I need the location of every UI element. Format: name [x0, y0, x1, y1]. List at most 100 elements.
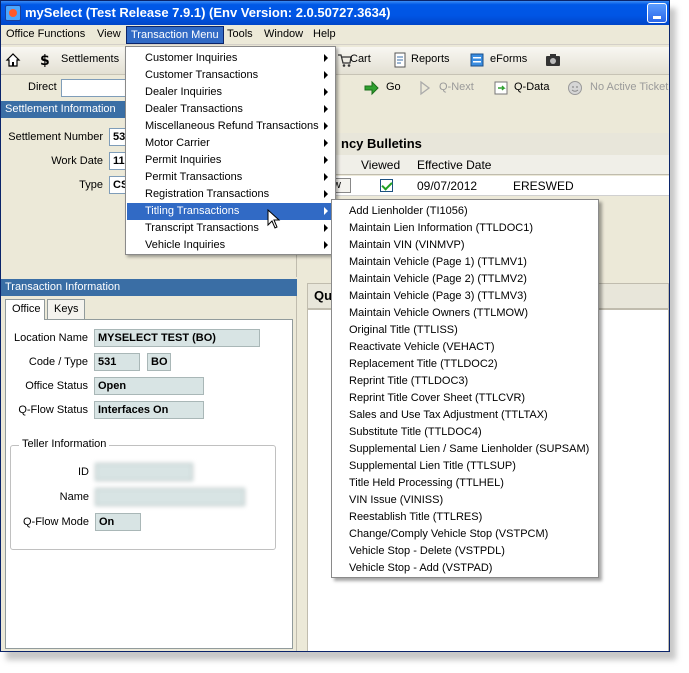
direct-input[interactable]: [61, 79, 129, 97]
teller-name-label: Name: [59, 491, 89, 503]
submenu-maintain-vehicle-3[interactable]: Maintain Vehicle (Page 3) (TTLMV3): [349, 290, 527, 302]
teller-id-label: ID: [78, 466, 89, 478]
home-icon[interactable]: [5, 52, 21, 68]
submenu-reprint-title[interactable]: Reprint Title (TTLDOC3): [349, 375, 468, 387]
menu-tools[interactable]: Tools: [227, 28, 253, 40]
menu-transcript-transactions[interactable]: Transcript Transactions: [127, 220, 334, 237]
submenu-reactivate-vehicle[interactable]: Reactivate Vehicle (VEHACT): [349, 341, 495, 353]
submenu-supplemental-lien-same[interactable]: Supplemental Lien / Same Lienholder (SUP…: [349, 443, 589, 455]
main-window: mySelect (Test Release 7.9.1) (Env Versi…: [0, 0, 670, 652]
menu-help[interactable]: Help: [313, 28, 336, 40]
app-icon: [5, 5, 21, 21]
qdata-button[interactable]: Q-Data: [514, 81, 549, 93]
teller-name-field-blurred: [95, 488, 245, 506]
menu-titling-transactions[interactable]: Titling Transactions: [127, 203, 334, 220]
eforms-button[interactable]: eForms: [490, 53, 527, 65]
tab-office[interactable]: Office: [5, 299, 45, 320]
menu-item-label: Dealer Transactions: [145, 103, 243, 115]
tab-keys[interactable]: Keys: [47, 299, 85, 319]
menu-item-label: Registration Transactions: [145, 188, 270, 200]
menu-bar: Office Functions View Transaction Menu T…: [1, 25, 669, 45]
qnext-button[interactable]: Q-Next: [439, 81, 474, 93]
menu-customer-inquiries[interactable]: Customer Inquiries: [127, 50, 334, 67]
submenu-arrow-icon: [324, 139, 328, 147]
bulletin-row[interactable]: w 09/07/2012 ERESWED: [307, 176, 669, 196]
submenu-reprint-title-cover[interactable]: Reprint Title Cover Sheet (TTLCVR): [349, 392, 525, 404]
teller-info-group: Teller Information ID Name Q-Flow Mode O…: [10, 438, 276, 550]
menu-misc-refund-transactions[interactable]: Miscellaneous Refund Transactions: [127, 118, 334, 135]
submenu-supplemental-lien-title[interactable]: Supplemental Lien Title (TTLSUP): [349, 460, 516, 472]
qflow-status-label: Q-Flow Status: [18, 404, 88, 416]
submenu-arrow-icon: [324, 190, 328, 198]
viewed-checkbox[interactable]: [380, 179, 393, 192]
menu-dealer-transactions[interactable]: Dealer Transactions: [127, 101, 334, 118]
menu-item-label: Customer Transactions: [145, 69, 259, 81]
menu-transaction-menu[interactable]: Transaction Menu: [126, 26, 224, 44]
settlements-button[interactable]: Settlements: [61, 53, 119, 65]
work-date-label: Work Date: [51, 155, 103, 167]
submenu-substitute-title[interactable]: Substitute Title (TTLDOC4): [349, 426, 482, 438]
bulletin-date: 09/07/2012: [417, 179, 478, 193]
menu-view[interactable]: View: [97, 28, 121, 40]
submenu-add-lienholder[interactable]: Add Lienholder (TI1056): [349, 205, 468, 217]
submenu-sales-use-tax[interactable]: Sales and Use Tax Adjustment (TTLTAX): [349, 409, 548, 421]
office-tab-body: Location Name MYSELECT TEST (BO) Code / …: [5, 319, 293, 649]
submenu-arrow-icon: [324, 105, 328, 113]
menu-office-functions[interactable]: Office Functions: [6, 28, 85, 40]
eforms-icon: [470, 53, 484, 67]
submenu-replacement-title[interactable]: Replacement Title (TTLDOC2): [349, 358, 498, 370]
menu-motor-carrier[interactable]: Motor Carrier: [127, 135, 334, 152]
menu-item-label: Permit Inquiries: [145, 154, 222, 166]
smiley-icon: [568, 81, 582, 95]
menu-permit-transactions[interactable]: Permit Transactions: [127, 169, 334, 186]
menu-vehicle-inquiries[interactable]: Vehicle Inquiries: [127, 237, 334, 254]
reports-button[interactable]: Reports: [411, 53, 450, 65]
submenu-maintain-vin[interactable]: Maintain VIN (VINMVP): [349, 239, 465, 251]
col-effective-date[interactable]: Effective Date: [417, 158, 491, 172]
qflow-mode-field: On: [95, 513, 141, 531]
submenu-arrow-icon: [324, 156, 328, 164]
menu-item-label: Titling Transactions: [145, 205, 240, 217]
submenu-arrow-icon: [324, 173, 328, 181]
qflow-mode-label: Q-Flow Mode: [22, 516, 89, 528]
menu-customer-transactions[interactable]: Customer Transactions: [127, 67, 334, 84]
submenu-maintain-vehicle-2[interactable]: Maintain Vehicle (Page 2) (TTLMV2): [349, 273, 527, 285]
mouse-cursor-icon: [267, 209, 281, 229]
menu-item-label: Motor Carrier: [145, 137, 210, 149]
go-button[interactable]: Go: [386, 81, 401, 93]
minimize-button[interactable]: [647, 3, 667, 23]
transaction-info-header: Transaction Information: [1, 279, 297, 296]
col-viewed[interactable]: Viewed: [361, 158, 400, 172]
submenu-original-title[interactable]: Original Title (TTLISS): [349, 324, 458, 336]
submenu-vehicle-stop-add[interactable]: Vehicle Stop - Add (VSTPAD): [349, 562, 492, 574]
camera-icon[interactable]: [545, 52, 561, 68]
submenu-title-held[interactable]: Title Held Processing (TTLHEL): [349, 477, 504, 489]
qnext-icon: [420, 80, 431, 96]
menu-dealer-inquiries[interactable]: Dealer Inquiries: [127, 84, 334, 101]
submenu-maintain-vehicle-owners[interactable]: Maintain Vehicle Owners (TTLMOW): [349, 307, 528, 319]
bulletins-grid-header: Viewed Effective Date: [307, 155, 669, 175]
menu-window[interactable]: Window: [264, 28, 303, 40]
qflow-status-field: Interfaces On: [94, 401, 204, 419]
submenu-maintain-vehicle-1[interactable]: Maintain Vehicle (Page 1) (TTLMV1): [349, 256, 527, 268]
window-title: mySelect (Test Release 7.9.1) (Env Versi…: [25, 5, 391, 20]
teller-info-title: Teller Information: [19, 438, 110, 450]
reports-icon: [394, 52, 406, 68]
transaction-menu-dropdown: Customer Inquiries Customer Transactions…: [125, 46, 336, 255]
title-bar[interactable]: mySelect (Test Release 7.9.1) (Env Versi…: [1, 1, 669, 25]
submenu-reestablish-title[interactable]: Reestablish Title (TTLRES): [349, 511, 482, 523]
menu-registration-transactions[interactable]: Registration Transactions: [127, 186, 334, 203]
menu-item-label: Miscellaneous Refund Transactions: [145, 120, 319, 132]
submenu-arrow-icon: [324, 54, 328, 62]
submenu-arrow-icon: [324, 207, 328, 215]
titling-submenu: Add Lienholder (TI1056) Maintain Lien In…: [331, 199, 599, 578]
submenu-vin-issue[interactable]: VIN Issue (VINISS): [349, 494, 443, 506]
bulletin-user: ERESWED: [513, 179, 574, 193]
submenu-maintain-lien-info[interactable]: Maintain Lien Information (TTLDOC1): [349, 222, 533, 234]
cart-button[interactable]: Cart: [350, 53, 371, 65]
menu-item-label: Vehicle Inquiries: [145, 239, 226, 251]
submenu-change-comply-stop[interactable]: Change/Comply Vehicle Stop (VSTPCM): [349, 528, 548, 540]
go-arrow-icon: [364, 80, 379, 96]
menu-permit-inquiries[interactable]: Permit Inquiries: [127, 152, 334, 169]
submenu-vehicle-stop-delete[interactable]: Vehicle Stop - Delete (VSTPDL): [349, 545, 505, 557]
